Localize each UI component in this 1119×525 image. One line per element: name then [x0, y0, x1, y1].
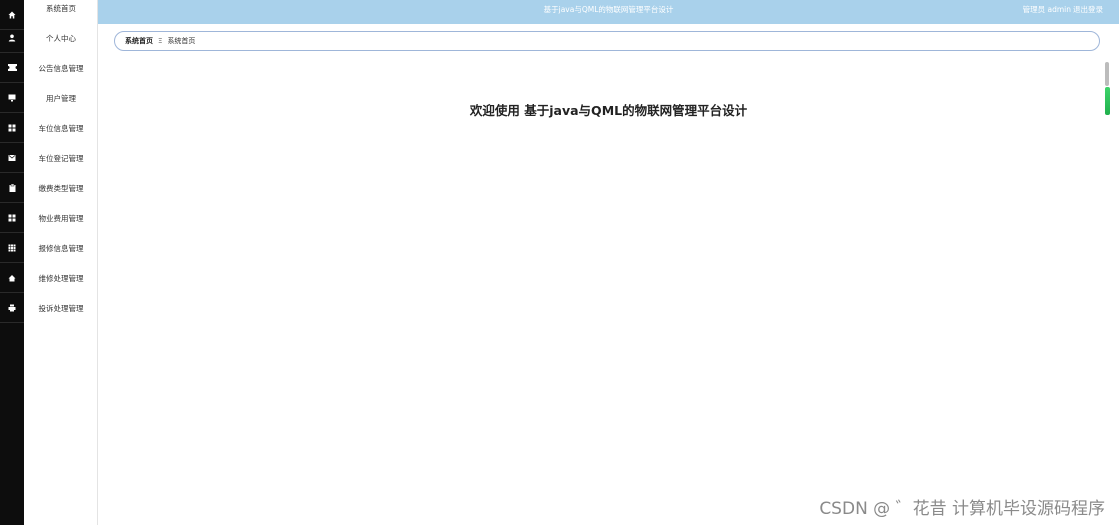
- sidebar-item-users[interactable]: 用户管理: [24, 83, 98, 113]
- sidebar-menu: 系统首页 个人中心 公告信息管理 用户管理 车位信息管理 车位登记管理 缴费类型…: [24, 0, 98, 525]
- scrollbar-track[interactable]: [1105, 62, 1109, 86]
- grid-icon: [8, 214, 16, 221]
- sidebar-item-profile[interactable]: 个人中心: [24, 23, 98, 53]
- sidebar-item-parking-info[interactable]: 车位信息管理: [24, 113, 98, 143]
- logout-link[interactable]: 退出登录: [1073, 0, 1103, 20]
- scrollbar-thumb[interactable]: [1105, 87, 1110, 115]
- rail-item-repair-handle[interactable]: [0, 263, 24, 293]
- sidebar-item-property-fee[interactable]: 物业费用管理: [24, 203, 98, 233]
- rail-item-repair-info[interactable]: [0, 233, 24, 263]
- breadcrumb: 系统首页 Ξ 系统首页: [114, 31, 1100, 51]
- rail-item-property-fee[interactable]: [0, 203, 24, 233]
- print-icon: [8, 304, 16, 311]
- header-user-label: 管理员 admin: [1022, 5, 1071, 14]
- rail-item-users[interactable]: [0, 83, 24, 113]
- breadcrumb-separator: Ξ: [158, 37, 163, 45]
- sidebar-item-parking-register[interactable]: 车位登记管理: [24, 143, 98, 173]
- rail-item-parking-register[interactable]: [0, 143, 24, 173]
- app-window: 系统首页 个人中心 公告信息管理 用户管理 车位信息管理 车位登记管理 缴费类型…: [0, 0, 1119, 525]
- sidebar-item-home[interactable]: 系统首页: [24, 0, 98, 23]
- rail-item-parking-info[interactable]: [0, 113, 24, 143]
- sidebar-item-notice[interactable]: 公告信息管理: [24, 53, 98, 83]
- rail-item-complaint[interactable]: [0, 293, 24, 323]
- breadcrumb-current: 系统首页: [167, 37, 196, 45]
- sidebar-item-repair-info[interactable]: 报修信息管理: [24, 233, 98, 263]
- csdn-watermark: CSDN @ ゛花昔 计算机毕设源码程序: [819, 499, 1105, 519]
- sidebar-item-fee-type[interactable]: 缴费类型管理: [24, 173, 98, 203]
- home-icon: [8, 11, 16, 18]
- rail-item-notice[interactable]: [0, 53, 24, 83]
- breadcrumb-home-link[interactable]: 系统首页: [125, 36, 153, 46]
- monitor-icon: [8, 94, 16, 101]
- user-icon: [8, 34, 16, 41]
- rail-item-fee-type[interactable]: [0, 173, 24, 203]
- ticket-icon: [7, 64, 17, 71]
- header-title: 基于java与QML的物联网管理平台设计: [543, 5, 674, 14]
- top-header: 基于java与QML的物联网管理平台设计 管理员 admin 退出登录: [98, 0, 1119, 24]
- icon-rail: [0, 0, 24, 525]
- grid-icon: [8, 124, 16, 131]
- rail-item-user[interactable]: [0, 23, 24, 53]
- welcome-heading: 欢迎使用 基于java与QML的物联网管理平台设计: [469, 103, 748, 118]
- clipboard-icon: [9, 183, 15, 192]
- mail-icon: [8, 154, 16, 161]
- sidebar-item-repair-handle[interactable]: 维修处理管理: [24, 263, 98, 293]
- house-icon: [8, 274, 16, 281]
- sidebar-item-complaint[interactable]: 投诉处理管理: [24, 293, 98, 323]
- table-icon: [8, 244, 16, 251]
